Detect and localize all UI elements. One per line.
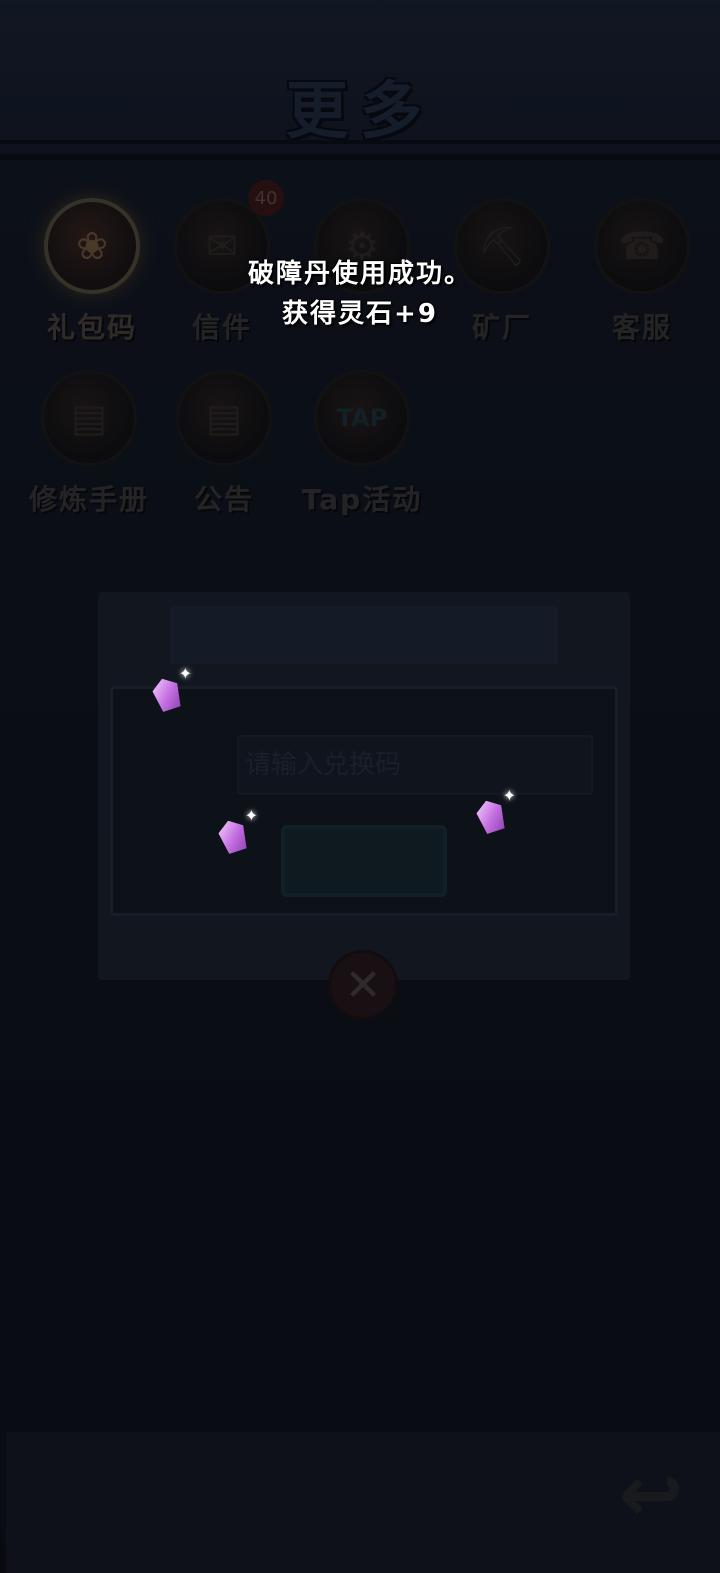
menu-label-tap: Tap活动 [301, 483, 423, 516]
menu-item-tap[interactable]: TAP Tap活动 [292, 370, 432, 518]
toast-line-1: 破障丹使用成功。 [247, 259, 472, 289]
menu-item-manual[interactable]: ▤ 修炼手册 [14, 370, 164, 518]
redeem-code-input[interactable] [237, 735, 593, 795]
spirit-stone-icon: ✦ [478, 786, 516, 832]
dialog-body [110, 686, 618, 916]
back-arrow-icon[interactable]: ↩ [606, 1450, 696, 1540]
tap-icon: TAP [314, 370, 410, 466]
spirit-stone-icon: ✦ [220, 806, 258, 852]
menu-label-notice: 公告 [193, 483, 254, 516]
toast-line-2: 获得灵石+9 [282, 299, 438, 329]
more-screen: 更多 ❀ 礼包码 ✉ 40 信件 ⚙ ⛏ 矿厂 ☎ 客服 ▤ 修炼手册 ▤ 公告… [0, 0, 720, 1573]
mail-count-badge: 40 [248, 180, 284, 216]
scroll-icon: ▤ [41, 370, 137, 466]
menu-label-manual: 修炼手册 [28, 483, 149, 516]
gift-code-dialog [98, 592, 630, 980]
page-title: 更多 [285, 74, 434, 147]
dialog-header [170, 606, 558, 664]
close-icon[interactable]: ✕ [328, 950, 398, 1020]
confirm-button[interactable] [281, 825, 447, 897]
notice-scroll-icon: ▤ [176, 370, 272, 466]
toast-message: 破障丹使用成功。 获得灵石+9 [0, 254, 720, 334]
spirit-stone-icon: ✦ [154, 664, 192, 710]
menu-item-notice[interactable]: ▤ 公告 [154, 370, 294, 518]
